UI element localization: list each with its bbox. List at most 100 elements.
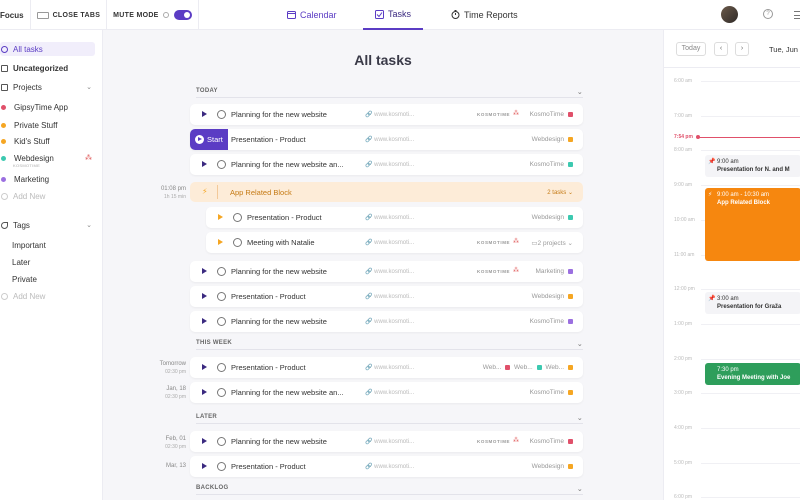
sidebar-item-project[interactable]: Private Stuff: [0, 118, 57, 132]
section-this-week[interactable]: THIS WEEK ⌄: [196, 340, 583, 350]
sidebar-item-project[interactable]: GipsyTime App: [0, 100, 68, 114]
task-checkbox[interactable]: [217, 317, 226, 326]
calendar-event[interactable]: 📌 3:00 am Presentation for Graža: [705, 292, 800, 314]
task-project[interactable]: Webdesign: [532, 214, 573, 221]
play-icon[interactable]: [218, 239, 223, 245]
task-link[interactable]: 🔗 www.kosmoti...: [365, 463, 414, 470]
add-new-project-button[interactable]: Add New: [0, 189, 45, 203]
add-new-tag-button[interactable]: Add New: [0, 289, 45, 303]
tab-calendar[interactable]: Calendar: [287, 0, 337, 29]
play-icon[interactable]: [202, 463, 207, 469]
task-row[interactable]: Planning for the new website an... 🔗 www…: [190, 154, 583, 175]
task-project[interactable]: Marketing: [535, 268, 573, 275]
play-icon[interactable]: [202, 161, 207, 167]
task-project[interactable]: KosmoTime: [530, 318, 573, 325]
task-link[interactable]: 🔗 www.kosmoti...: [365, 293, 414, 300]
section-backlog[interactable]: BACKLOG ⌄: [196, 485, 583, 495]
sidebar-item-all-tasks[interactable]: All tasks: [0, 42, 95, 56]
menu-icon[interactable]: [794, 11, 800, 19]
play-icon[interactable]: [202, 111, 207, 117]
task-row[interactable]: Planning for the new website 🔗 www.kosmo…: [190, 431, 583, 452]
task-row[interactable]: Planning for the new website 🔗 www.kosmo…: [190, 261, 583, 282]
task-link[interactable]: 🔗 www.kosmoti...: [365, 161, 414, 168]
avatar[interactable]: [721, 6, 738, 23]
task-checkbox[interactable]: [217, 388, 226, 397]
chevron-down-icon[interactable]: ⌄: [577, 88, 583, 96]
info-icon[interactable]: [162, 12, 169, 18]
start-button[interactable]: Start: [190, 129, 228, 150]
task-checkbox[interactable]: [233, 213, 242, 222]
task-projects[interactable]: Web... Web... Web...: [483, 364, 573, 371]
task-checkbox[interactable]: [217, 110, 226, 119]
sidebar-item-project[interactable]: Marketing: [0, 172, 49, 186]
task-checkbox[interactable]: [217, 160, 226, 169]
sidebar-tags-header[interactable]: Tags ⌄: [0, 218, 98, 232]
chevron-down-icon[interactable]: ⌄: [577, 485, 583, 493]
sidebar-item-uncategorized[interactable]: Uncategorized: [0, 61, 68, 75]
time-block[interactable]: ⚡ App Related Block 2 tasks ⌄: [190, 182, 583, 202]
play-icon[interactable]: [202, 438, 207, 444]
mute-mode-toggle[interactable]: [173, 10, 192, 20]
block-task-count[interactable]: 2 tasks ⌄: [547, 189, 573, 196]
task-link[interactable]: 🔗 www.kosmoti...: [365, 389, 414, 396]
task-link[interactable]: 🔗 www.kosmoti...: [365, 111, 414, 118]
task-project[interactable]: KosmoTime: [530, 111, 573, 118]
task-project[interactable]: Webdesign: [532, 463, 573, 470]
task-link[interactable]: 🔗 www.kosmoti...: [365, 239, 414, 246]
task-row[interactable]: Presentation - Product 🔗 www.kosmoti... …: [190, 286, 583, 307]
task-row[interactable]: Presentation - Product 🔗 www.kosmoti... …: [190, 129, 583, 150]
task-row[interactable]: Meeting with Natalie 🔗 www.kosmoti... KO…: [206, 232, 583, 253]
task-checkbox[interactable]: [217, 267, 226, 276]
section-later[interactable]: LATER ⌄: [196, 414, 583, 424]
task-project[interactable]: Webdesign: [532, 293, 573, 300]
chevron-down-icon[interactable]: ⌄: [577, 340, 583, 348]
chevron-down-icon[interactable]: ⌄: [577, 414, 583, 422]
play-icon[interactable]: [202, 268, 207, 274]
task-project[interactable]: ▭ 2 projects ⌄: [531, 239, 573, 248]
task-link[interactable]: 🔗 www.kosmoti...: [365, 318, 414, 325]
help-icon[interactable]: ?: [763, 9, 773, 19]
play-icon[interactable]: [202, 293, 207, 299]
task-row[interactable]: Planning for the new website an... 🔗 www…: [190, 382, 583, 403]
task-link[interactable]: 🔗 www.kosmoti...: [365, 268, 414, 275]
task-link[interactable]: 🔗 www.kosmoti...: [365, 136, 414, 143]
task-row[interactable]: Planning for the new website 🔗 www.kosmo…: [190, 104, 583, 125]
close-tabs-button[interactable]: CLOSE TABS: [31, 0, 108, 30]
section-today[interactable]: TODAY ⌄: [196, 88, 583, 98]
prev-day-button[interactable]: ‹: [714, 42, 728, 56]
task-checkbox[interactable]: [217, 437, 226, 446]
task-checkbox[interactable]: [217, 363, 226, 372]
task-project[interactable]: KosmoTime: [530, 438, 573, 445]
sidebar-projects-header[interactable]: Projects ⌄: [0, 80, 98, 94]
task-row[interactable]: Presentation - Product 🔗 www.kosmoti... …: [206, 207, 583, 228]
task-checkbox[interactable]: [217, 292, 226, 301]
tab-tasks[interactable]: Tasks: [363, 0, 424, 30]
play-icon[interactable]: [218, 214, 223, 220]
focus-button[interactable]: Focus: [0, 0, 31, 30]
task-project[interactable]: KosmoTime: [530, 161, 573, 168]
task-project[interactable]: Webdesign: [532, 136, 573, 143]
calendar-event[interactable]: 📌 9:00 am Presentation for N. and M: [705, 155, 800, 177]
calendar-event[interactable]: 7:30 pm Evening Meeting with Joe: [705, 363, 800, 385]
sidebar-item-project[interactable]: Kid's Stuff: [0, 134, 50, 148]
sidebar-item-tag[interactable]: Later: [12, 255, 30, 269]
task-checkbox[interactable]: [233, 238, 242, 247]
task-row[interactable]: Presentation - Product 🔗 www.kosmoti... …: [190, 357, 583, 378]
task-row[interactable]: Presentation - Product 🔗 www.kosmoti... …: [190, 456, 583, 477]
calendar-event[interactable]: ⚡ 9:00 am - 10:30 am App Related Block: [705, 188, 800, 261]
play-icon[interactable]: [202, 318, 207, 324]
task-row[interactable]: Planning for the new website 🔗 www.kosmo…: [190, 311, 583, 332]
tab-time-reports[interactable]: Time Reports: [451, 0, 518, 29]
today-button[interactable]: Today: [676, 42, 706, 56]
task-checkbox[interactable]: [217, 462, 226, 471]
sidebar-item-tag[interactable]: Important: [12, 238, 46, 252]
task-project[interactable]: KosmoTime: [530, 389, 573, 396]
task-link[interactable]: 🔗 www.kosmoti...: [365, 214, 414, 221]
task-link[interactable]: 🔗 www.kosmoti...: [365, 438, 414, 445]
task-link[interactable]: 🔗 www.kosmoti...: [365, 364, 414, 371]
next-day-button[interactable]: ›: [735, 42, 749, 56]
play-icon[interactable]: [202, 389, 207, 395]
chevron-down-icon[interactable]: ⌄: [86, 83, 92, 91]
sidebar-item-project[interactable]: Webdesign KOSMOTIME ⁂: [0, 151, 98, 168]
chevron-down-icon[interactable]: ⌄: [86, 221, 92, 229]
